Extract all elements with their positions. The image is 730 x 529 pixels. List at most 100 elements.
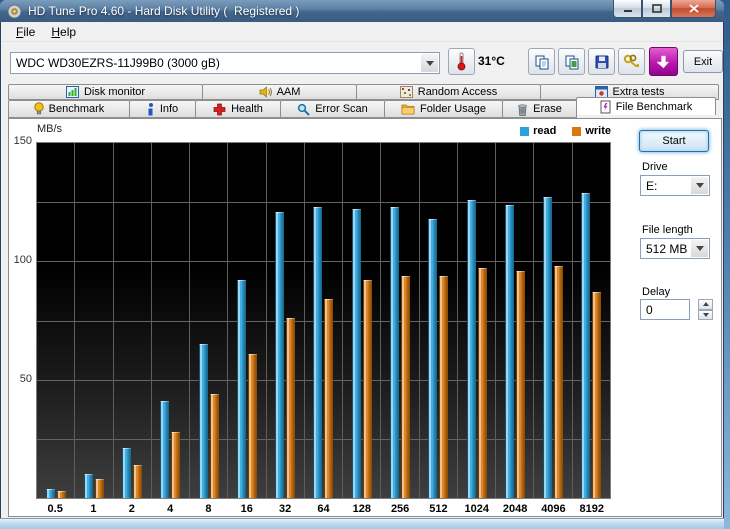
tab-disk-monitor[interactable]: Disk monitor (8, 84, 203, 100)
x-tick-label: 32 (279, 503, 292, 515)
tab-folder-usage[interactable]: Folder Usage (384, 100, 503, 118)
file-length-dropdown[interactable]: 512 MB (640, 238, 710, 259)
bar-slot (342, 143, 380, 498)
tab-info[interactable]: Info (129, 100, 196, 118)
thermometer-icon (457, 52, 466, 71)
read-bar (275, 211, 285, 499)
maximize-icon (651, 4, 662, 13)
tab-health[interactable]: Health (195, 100, 281, 118)
chevron-down-icon (695, 246, 704, 251)
write-bar (247, 353, 257, 499)
read-bar (390, 206, 400, 499)
menu-file[interactable]: File (8, 23, 43, 41)
folder-icon (401, 103, 415, 115)
file-benchmark-panel: MB/s read write 50 100 150 0.5 1 2 4 8 16 32 64 12… (8, 118, 722, 517)
read-bar (581, 192, 591, 499)
file-benchmark-icon (600, 100, 611, 114)
bar-slot (74, 143, 112, 498)
write-bar (133, 464, 143, 499)
exit-button[interactable]: Exit (683, 50, 723, 73)
menu-help[interactable]: Help (43, 23, 84, 41)
plot-bars (37, 143, 610, 499)
menu-bar: File Help (2, 22, 722, 42)
save-button[interactable] (588, 48, 615, 75)
bar-slot (150, 143, 189, 499)
tab-aam[interactable]: AAM (202, 84, 357, 100)
tab-file-benchmark[interactable]: File Benchmark (576, 97, 716, 115)
tab-erase[interactable]: Erase (502, 100, 577, 118)
temperature-button[interactable] (448, 48, 475, 75)
drive-label: Drive (642, 161, 668, 173)
drive-selector-dropdown[interactable]: WDC WD30EZRS-11J99B0 (3000 gB) (10, 52, 440, 74)
write-bar (362, 280, 372, 498)
read-bar (236, 280, 246, 498)
read-bar (45, 488, 55, 498)
x-tick-label: 4 (167, 503, 174, 515)
spinner-up-button[interactable] (698, 299, 713, 310)
trash-icon (517, 103, 528, 116)
health-cross-icon (213, 103, 226, 116)
write-bar (515, 270, 525, 499)
x-tick-label: 1024 (464, 503, 490, 515)
disk-monitor-icon (65, 86, 79, 98)
write-bar (209, 393, 219, 499)
write-bar (477, 268, 487, 498)
legend-read: read (520, 125, 556, 137)
spinner-up-icon (702, 302, 709, 307)
delay-label: Delay (642, 286, 671, 298)
delay-input[interactable]: 0 (640, 299, 690, 320)
x-tick-label: 1 (90, 503, 97, 515)
copy-image-icon (565, 55, 578, 69)
x-tick-label: 256 (390, 503, 410, 515)
chart-legend: read write (36, 125, 611, 137)
write-bar (324, 299, 334, 498)
read-bar (198, 344, 208, 498)
save-icon (595, 55, 608, 68)
toolbar: WDC WD30EZRS-11J99B0 (3000 gB) 31°C Exit (2, 42, 723, 84)
bar-slot (456, 143, 495, 499)
magnifier-icon (297, 103, 310, 116)
x-tick-label: 64 (317, 503, 330, 515)
start-button[interactable]: Start (639, 130, 709, 152)
drive-selector-value: WDC WD30EZRS-11J99B0 (3000 gB) (16, 56, 220, 70)
read-bar (122, 448, 132, 498)
tab-benchmark[interactable]: Benchmark (8, 100, 130, 118)
minimize-button[interactable] (613, 0, 642, 18)
chevron-down-icon (695, 183, 704, 188)
tab-error-scan[interactable]: Error Scan (280, 100, 385, 118)
random-access-icon (399, 86, 413, 98)
x-tick-label: 16 (240, 503, 253, 515)
options-button[interactable] (618, 48, 645, 75)
x-tick-label: 0.5 (47, 503, 63, 515)
close-button[interactable] (671, 0, 716, 18)
app-window: HD Tune Pro 4.60 - Hard Disk Utility ( R… (0, 0, 724, 529)
x-tick-label: 8192 (579, 503, 604, 515)
read-bar (543, 197, 553, 498)
legend-read-label: read (533, 125, 557, 137)
x-tick-label: 512 (429, 503, 448, 515)
legend-write: write (572, 125, 611, 137)
spinner-down-button[interactable] (698, 309, 713, 320)
write-bar (94, 479, 104, 498)
bar-slot (37, 143, 74, 499)
download-update-button[interactable] (649, 47, 678, 76)
copy-text-button[interactable] (528, 48, 555, 75)
title-bar: HD Tune Pro 4.60 - Hard Disk Utility ( R… (0, 0, 724, 22)
benchmark-chart (36, 142, 611, 499)
file-length-label: File length (642, 224, 693, 236)
keys-icon (623, 54, 639, 67)
drive-dropdown[interactable]: E: (640, 175, 710, 196)
window-bottom-border (0, 518, 724, 529)
copy-icon (535, 55, 548, 69)
read-bar (313, 206, 323, 499)
spinner-down-icon (702, 312, 709, 317)
x-tick-label: 4096 (541, 503, 566, 515)
read-bar (83, 474, 93, 498)
x-axis-labels: 0.5 1 2 4 8 16 32 64 128 256 512 1024 2048 4096 8192 (36, 503, 611, 515)
y-tick-label: 150 (13, 135, 32, 147)
copy-screenshot-button[interactable] (558, 48, 585, 75)
bar-slot (380, 143, 418, 499)
bar-slot (303, 143, 342, 499)
tab-random-access[interactable]: Random Access (356, 84, 541, 100)
maximize-button[interactable] (642, 0, 671, 18)
